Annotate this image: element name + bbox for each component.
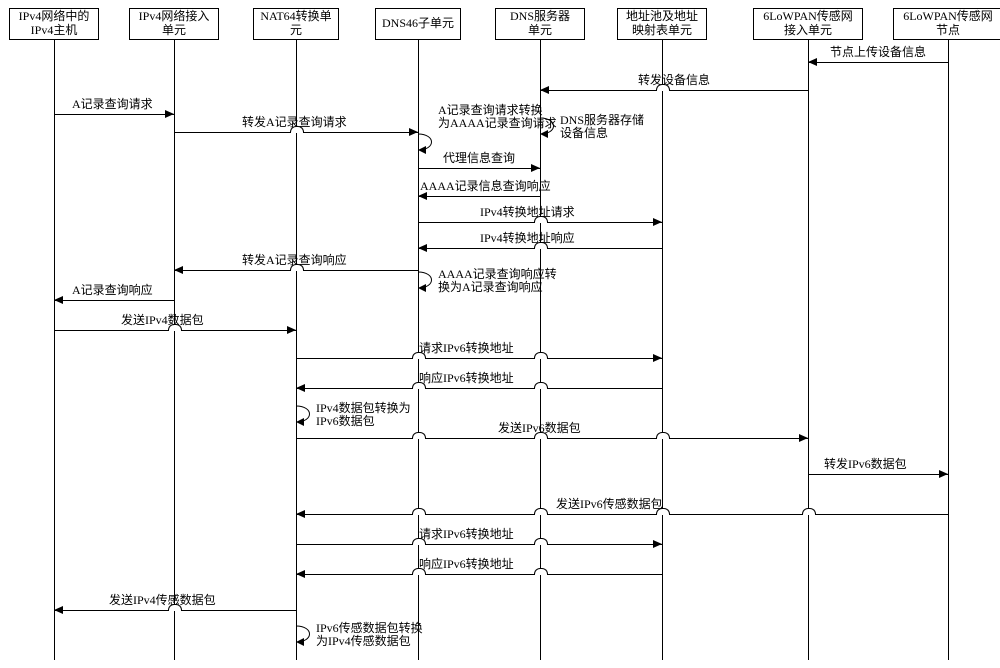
self-message-label: DNS服务器存储设备信息	[560, 114, 644, 140]
message-label: IPv4转换地址请求	[480, 203, 575, 220]
participant-label: DNS46子单元	[382, 17, 454, 31]
self-message-label: IPv4数据包转换为IPv6数据包	[316, 402, 411, 428]
message-label: 转发A记录查询请求	[242, 113, 347, 130]
lifeline-p1	[54, 40, 55, 660]
participant-label: DNS服务器单元	[510, 10, 570, 38]
lifeline-p8	[948, 40, 949, 660]
participant-p7: 6LoWPAN传感网接入单元	[753, 8, 863, 40]
message-label: 代理信息查询	[443, 149, 515, 166]
message-label: 响应IPv6转换地址	[419, 369, 514, 386]
participant-p4: DNS46子单元	[375, 8, 461, 40]
participant-label: IPv4网络中的IPv4主机	[19, 10, 90, 38]
self-message-label: A记录查询请求转换为AAAA记录查询请求	[438, 104, 557, 130]
message-label: 请求IPv6转换地址	[419, 339, 514, 356]
self-message: AAAA记录查询响应转换为A记录查询响应	[418, 270, 448, 292]
participant-label: 地址池及地址映射表单元	[626, 10, 698, 38]
participant-p1: IPv4网络中的IPv4主机	[9, 8, 99, 40]
message-label: 发送IPv6传感数据包	[556, 495, 663, 512]
sequence-diagram: IPv4网络中的IPv4主机 IPv4网络接入单元 NAT64转换单元 DNS46子单…	[0, 0, 1000, 668]
participant-label: 6LoWPAN传感网接入单元	[763, 10, 853, 38]
participant-p2: IPv4网络接入单元	[129, 8, 219, 40]
participant-p8: 6LoWPAN传感网节点	[893, 8, 1000, 40]
message-label: 发送IPv4数据包	[121, 311, 204, 328]
message-label: IPv4转换地址响应	[480, 229, 575, 246]
participant-label: 6LoWPAN传感网节点	[903, 10, 993, 38]
lifeline-p2	[174, 40, 175, 660]
message-label: 响应IPv6转换地址	[419, 555, 514, 572]
self-message-label: IPv6传感数据包转换为IPv4传感数据包	[316, 622, 423, 648]
lifeline-p7	[808, 40, 809, 660]
self-message: IPv4数据包转换为IPv6数据包	[296, 404, 326, 426]
message-label: 请求IPv6转换地址	[419, 525, 514, 542]
message-label: 转发设备信息	[638, 71, 710, 88]
message-label: 转发A记录查询响应	[242, 251, 347, 268]
message-label: A记录查询响应	[72, 281, 153, 298]
participant-p3: NAT64转换单元	[253, 8, 339, 40]
message-label: AAAA记录信息查询响应	[420, 177, 551, 194]
message-label: 转发IPv6数据包	[824, 455, 907, 472]
lifeline-p6	[662, 40, 663, 660]
participant-p5: DNS服务器单元	[495, 8, 585, 40]
self-message-label: AAAA记录查询响应转换为A记录查询响应	[438, 268, 557, 294]
message-label: A记录查询请求	[72, 95, 153, 112]
participant-label: NAT64转换单元	[258, 10, 334, 38]
participant-label: IPv4网络接入单元	[139, 10, 210, 38]
message-label: 发送IPv4传感数据包	[109, 591, 216, 608]
message-label: 发送IPv6数据包	[498, 419, 581, 436]
message-label: 节点上传设备信息	[830, 43, 926, 60]
lifeline-p3	[296, 40, 297, 660]
self-message: IPv6传感数据包转换为IPv4传感数据包	[296, 624, 326, 646]
participant-p6: 地址池及地址映射表单元	[617, 8, 707, 40]
self-message: A记录查询请求转换为AAAA记录查询请求	[418, 132, 448, 154]
